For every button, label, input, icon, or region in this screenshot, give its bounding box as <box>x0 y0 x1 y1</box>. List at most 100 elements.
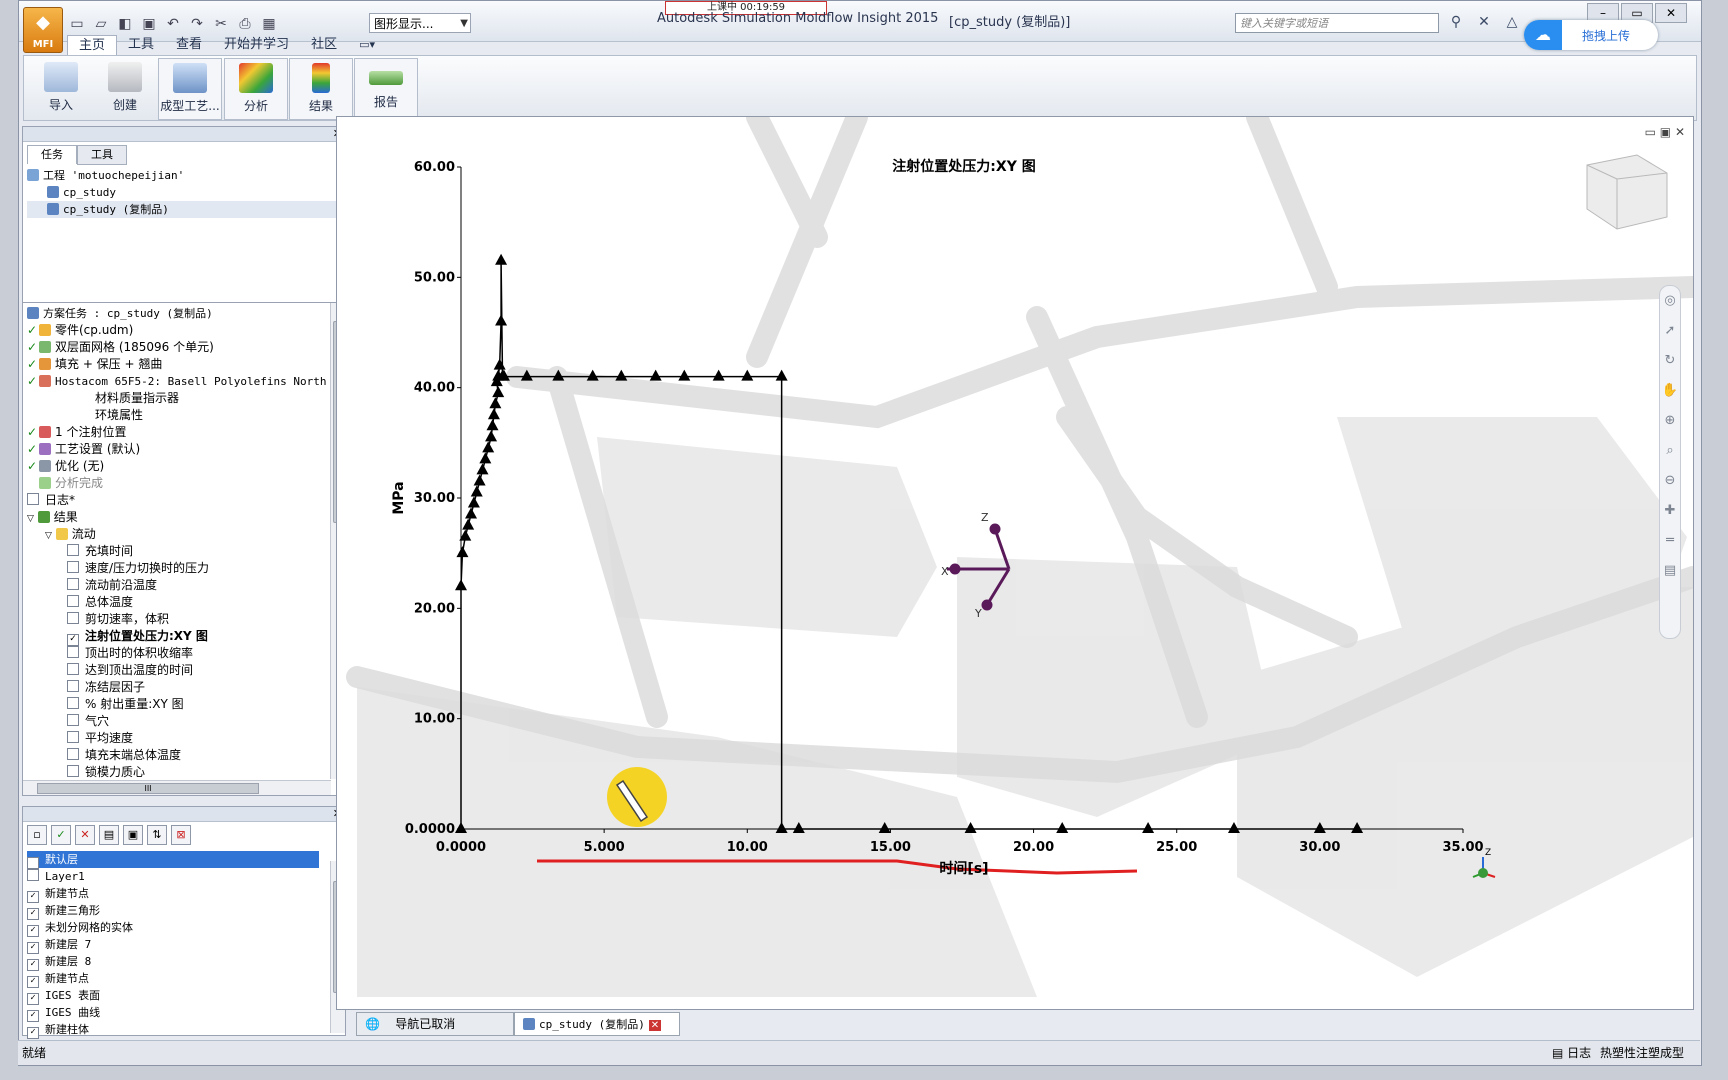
layer-checkbox[interactable] <box>27 869 39 881</box>
cut-icon[interactable]: ✂ <box>213 16 229 32</box>
close-icon[interactable]: ✕ <box>1675 125 1685 139</box>
horizontal-scrollbar[interactable]: III <box>23 780 331 795</box>
zoom-window-icon[interactable]: ⌕ <box>1660 436 1680 466</box>
result-item[interactable]: 填充末端总体温度 <box>27 747 327 764</box>
tree-item-analysis-seq[interactable]: ✓ 填充 + 保压 + 翘曲 <box>27 356 327 373</box>
create-button[interactable]: 创建 <box>94 58 156 118</box>
new-layer-icon[interactable]: ▫ <box>27 825 47 845</box>
tree-item-part[interactable]: ✓ 零件(cp.udm) <box>27 322 327 339</box>
close-tab-icon[interactable]: ✕ <box>648 1020 662 1031</box>
layer-props-icon[interactable]: ▤ <box>99 825 119 845</box>
tab-community[interactable]: 社区 <box>300 35 348 55</box>
result-checkbox[interactable] <box>67 595 79 607</box>
result-checkbox[interactable] <box>67 612 79 624</box>
result-checkbox[interactable] <box>67 663 79 675</box>
project-root[interactable]: 工程 'motuochepeijian' <box>27 167 339 184</box>
search-input[interactable]: 键入关键字或短语 <box>1235 13 1439 33</box>
result-item[interactable]: 锁模力质心 <box>27 764 327 781</box>
layer-row[interactable]: ✓ 新建三角形 <box>27 902 319 920</box>
result-checkbox[interactable] <box>67 578 79 590</box>
collapse-icon[interactable]: ▽ <box>45 531 52 541</box>
zoom-out-icon[interactable]: ⊖ <box>1660 466 1680 496</box>
result-item[interactable]: 气穴 <box>27 713 327 730</box>
tree-item-environment[interactable]: 环境属性 <box>27 407 327 424</box>
tree-item-mesh[interactable]: ✓ 双层面网格 (185096 个单元) <box>27 339 327 356</box>
close-icon[interactable]: ✕ <box>1655 3 1687 23</box>
layer-row[interactable]: Layer1 <box>27 868 319 885</box>
tree-item-injection[interactable]: ✓ 1 个注射位置 <box>27 424 327 441</box>
layer-row[interactable]: ✓ 新建层 7 <box>27 936 319 954</box>
tab-navigation[interactable]: 🌐 导航已取消 <box>356 1012 514 1036</box>
report-button[interactable]: 报告 <box>354 58 418 120</box>
binoculars-icon[interactable]: ⚲ <box>1447 13 1465 31</box>
result-item[interactable]: 平均速度 <box>27 730 327 747</box>
layer-row[interactable]: ✓ IGES 表面 <box>27 987 319 1005</box>
tree-item-done[interactable]: 分析完成 <box>27 475 327 492</box>
result-checkbox[interactable] <box>67 561 79 573</box>
result-item[interactable]: 速度/压力切换时的压力 <box>27 560 327 577</box>
new-icon[interactable]: ▭ <box>69 16 85 32</box>
select-icon[interactable]: ➚ <box>1660 316 1680 346</box>
orbit-icon[interactable]: ↻ <box>1660 346 1680 376</box>
study-copy-item[interactable]: cp_study (复制品) <box>27 201 339 218</box>
alert-icon[interactable]: △ <box>1503 13 1521 31</box>
assign-layer-icon[interactable]: ▣ <box>123 825 143 845</box>
layer-row[interactable]: ✓ 新建节点 <box>27 970 319 988</box>
result-item[interactable]: ✓ 注射位置处压力:XY 图 <box>27 628 327 646</box>
pan-icon[interactable]: ✋ <box>1660 376 1680 406</box>
print-icon[interactable]: ⎙ <box>237 16 253 32</box>
result-checkbox[interactable] <box>67 765 79 777</box>
tab-tools[interactable]: 工具 <box>117 35 165 55</box>
result-checkbox[interactable] <box>67 731 79 743</box>
result-item[interactable]: 顶出时的体积收缩率 <box>27 645 327 662</box>
tree-item-results[interactable]: ▽ 结果 <box>27 509 327 526</box>
layer-row[interactable]: ✓ 默认层 <box>27 851 319 869</box>
import-button[interactable]: 导入 <box>30 58 92 118</box>
display-select[interactable]: 图形显示... ▼ <box>369 13 471 33</box>
analysis-button[interactable]: 分析 <box>224 58 288 120</box>
result-checkbox[interactable] <box>67 544 79 556</box>
x-tools-icon[interactable]: ✕ <box>1475 13 1493 31</box>
process-mode[interactable]: 热塑性注塑成型 <box>1600 1041 1684 1065</box>
zoom-in-icon[interactable]: ⊕ <box>1660 406 1680 436</box>
tree-item-optimize[interactable]: ✓ 优化 (无) <box>27 458 327 475</box>
tab-tools-panel[interactable]: 工具 <box>77 145 127 165</box>
tab-view[interactable]: 查看 <box>165 35 213 55</box>
clear-layer-icon[interactable]: ⊠ <box>171 825 191 845</box>
result-checkbox[interactable] <box>67 680 79 692</box>
expand-layer-icon[interactable]: ⇅ <box>147 825 167 845</box>
result-item[interactable]: 剪切速率，体积 <box>27 611 327 628</box>
collapse-icon[interactable]: ▽ <box>27 514 34 524</box>
checkbox[interactable] <box>27 493 39 505</box>
result-checkbox[interactable] <box>67 748 79 760</box>
import-icon[interactable]: ◧ <box>117 16 133 32</box>
layer-checkbox[interactable]: ✓ <box>27 1027 39 1039</box>
result-checkbox[interactable] <box>67 697 79 709</box>
result-item[interactable]: 总体温度 <box>27 594 327 611</box>
result-item[interactable]: 流动前沿温度 <box>27 577 327 594</box>
ribbon-options-icon[interactable]: ▭▾ <box>348 35 386 55</box>
minimize-icon[interactable]: ▭ <box>1645 125 1656 139</box>
log-toggle[interactable]: ▤ 日志 <box>1552 1041 1591 1065</box>
tab-study-copy[interactable]: cp_study (复制品) ✕ <box>514 1012 680 1036</box>
h-scroll-thumb[interactable]: III <box>37 783 259 794</box>
redo-icon[interactable]: ↷ <box>189 16 205 32</box>
layer-row[interactable]: ✓ IGES 曲线 <box>27 1004 319 1022</box>
tree-item-log[interactable]: 日志* <box>27 492 327 509</box>
upload-pill[interactable]: ☁ 拖拽上传 <box>1524 20 1658 50</box>
open-icon[interactable]: ▱ <box>93 16 109 32</box>
result-item[interactable]: 冻结层因子 <box>27 679 327 696</box>
tab-home[interactable]: 主页 <box>67 35 118 56</box>
result-item[interactable]: % 射出重量:XY 图 <box>27 696 327 713</box>
result-checkbox[interactable] <box>67 714 79 726</box>
undo-icon[interactable]: ↶ <box>165 16 181 32</box>
study-item[interactable]: cp_study <box>27 184 339 201</box>
tree-item-quality[interactable]: 材料质量指示器 <box>27 390 327 407</box>
save-icon[interactable]: ▣ <box>141 16 157 32</box>
tree-item-flow[interactable]: ▽ 流动 <box>27 526 327 543</box>
process-settings-button[interactable]: 成型工艺... <box>158 58 222 120</box>
steering-wheel-icon[interactable]: ◎ <box>1660 286 1680 316</box>
layer-row[interactable]: ✓ 新建节点 <box>27 885 319 903</box>
delete-layer-icon[interactable]: ✕ <box>75 825 95 845</box>
tab-start-learn[interactable]: 开始并学习 <box>213 35 300 55</box>
